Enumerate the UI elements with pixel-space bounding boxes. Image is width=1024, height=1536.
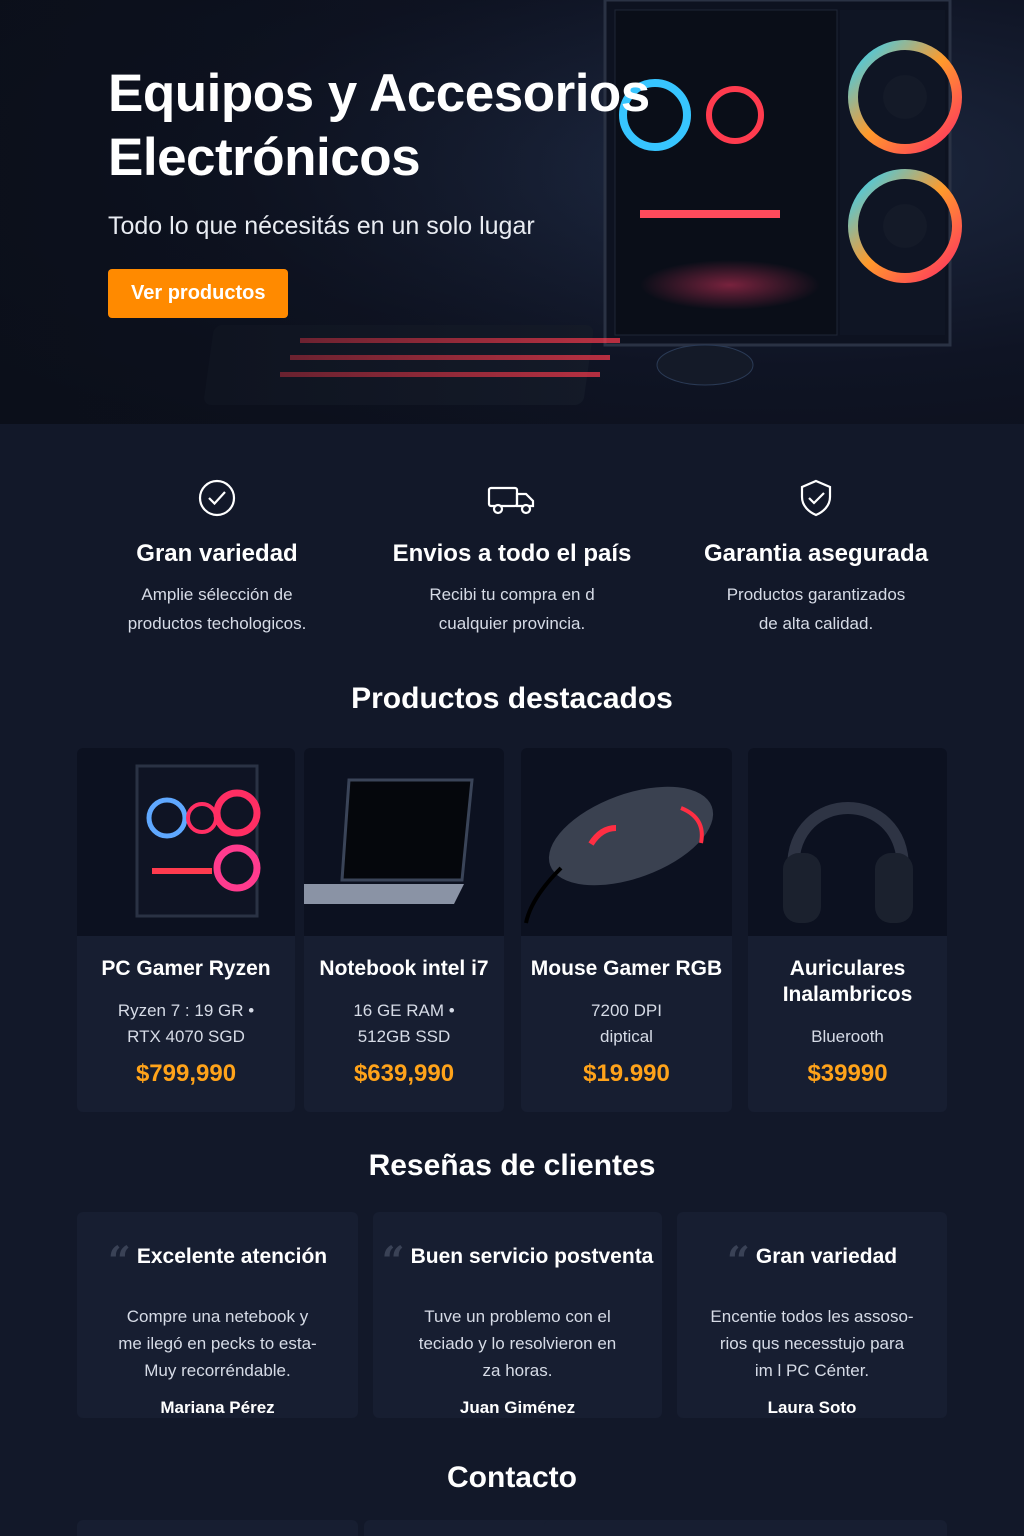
reviews-grid: “Excelente atención Compre una netebook … bbox=[77, 1212, 947, 1418]
product-name: Auriculares Inalambricos bbox=[782, 957, 913, 1006]
contact-card bbox=[544, 1520, 947, 1536]
reviews-section-title: Reseñas de clientes bbox=[368, 1149, 656, 1182]
feature-text: Productos garantizados de alta calidad. bbox=[726, 585, 906, 633]
product-image bbox=[521, 748, 732, 936]
product-spec: 16 GE RAM • 512GB SSD bbox=[353, 1001, 455, 1046]
product-name: Mouse Gamer RGB bbox=[530, 957, 723, 980]
contact-cards bbox=[77, 1520, 947, 1536]
feature-shipping: Envios a todo el país Recibi tu compra e… bbox=[352, 470, 672, 638]
product-price: $19.990 bbox=[583, 1060, 670, 1087]
product-image bbox=[304, 748, 504, 936]
features-section: Gran variedad Amplie sélección de product… bbox=[0, 470, 1024, 660]
hero-title: Equipos y Accesorios Electrónicos bbox=[108, 64, 650, 187]
review-author: Laura Soto bbox=[767, 1398, 857, 1417]
review-card: “Gran variedad Encentie todos les assoso… bbox=[677, 1212, 947, 1418]
review-author: Mariana Pérez bbox=[160, 1398, 275, 1417]
laptop-icon bbox=[304, 778, 474, 904]
shield-check-icon bbox=[800, 479, 832, 517]
product-card[interactable]: Mouse Gamer RGB 7200 DPI diptical $19.990 bbox=[521, 748, 732, 1112]
contact-section-title: Contacto bbox=[447, 1461, 577, 1494]
review-card: “Buen servicio postventa Tuve un problem… bbox=[373, 1212, 662, 1418]
product-card[interactable]: Notebook intel i7 16 GE RAM • 512GB SSD $… bbox=[304, 748, 504, 1112]
review-text: Encentie todos les assoso-rios qus neces… bbox=[710, 1307, 914, 1380]
contact-card bbox=[77, 1520, 358, 1536]
quote-icon: “ bbox=[381, 1238, 405, 1285]
view-products-button[interactable]: Ver productos bbox=[108, 269, 289, 318]
review-card: “Excelente atención Compre una netebook … bbox=[77, 1212, 358, 1418]
hero-subtitle: Todo lo que nécesitás en un solo lugar bbox=[108, 212, 535, 240]
review-author: Juan Giménez bbox=[459, 1398, 576, 1417]
product-price: $39990 bbox=[807, 1060, 888, 1087]
product-image bbox=[77, 748, 295, 936]
product-name: Notebook intel i7 bbox=[319, 957, 489, 980]
review-title: “Excelente atención bbox=[107, 1238, 328, 1285]
hero-banner: Equipos y Accesorios Electrónicos Todo l… bbox=[0, 0, 1024, 424]
review-title: “Gran variedad bbox=[726, 1238, 898, 1285]
products-section-title: Productos destacados bbox=[351, 682, 673, 715]
review-text: Compre una netebook y me ilegó en pecks t… bbox=[118, 1307, 317, 1380]
quote-icon: “ bbox=[726, 1238, 750, 1285]
review-title: “Buen servicio postventa bbox=[381, 1238, 654, 1285]
quote-icon: “ bbox=[107, 1238, 131, 1285]
feature-title: Gran variedad bbox=[136, 540, 298, 567]
product-card[interactable]: Auriculares Inalambricos Bluerooth $39990 bbox=[748, 748, 947, 1112]
product-spec: Bluerooth bbox=[811, 1027, 884, 1046]
truck-icon bbox=[487, 486, 535, 515]
pc-case-icon bbox=[135, 764, 261, 918]
review-text: Tuve un problemo con el teciado y lo reso… bbox=[418, 1307, 617, 1380]
product-price: $639,990 bbox=[353, 1060, 455, 1087]
product-spec: Ryzen 7 : 19 GR • RTX 4070 SGD bbox=[117, 1001, 255, 1046]
product-price: $799,990 bbox=[135, 1060, 237, 1087]
feature-text: Recibi tu compra en d cualquier provincia… bbox=[429, 585, 595, 633]
product-name: PC Gamer Ryzen bbox=[101, 957, 271, 980]
product-spec: 7200 DPI diptical bbox=[591, 1001, 662, 1046]
headphones-icon bbox=[783, 802, 913, 923]
feature-warranty: Garantia asegurada Productos garantizado… bbox=[656, 470, 976, 638]
check-circle-icon bbox=[198, 479, 236, 517]
feature-variety: Gran variedad Amplie sélección de product… bbox=[57, 470, 377, 638]
feature-text: Amplie sélección de productos techologico… bbox=[127, 585, 307, 633]
mouse-icon bbox=[524, 786, 714, 924]
products-grid: PC Gamer Ryzen Ryzen 7 : 19 GR • RTX 4070… bbox=[77, 748, 947, 1112]
feature-title: Garantia asegurada bbox=[703, 540, 929, 567]
product-image bbox=[748, 748, 947, 936]
product-card[interactable]: PC Gamer Ryzen Ryzen 7 : 19 GR • RTX 4070… bbox=[77, 748, 295, 1112]
feature-title: Envios a todo el país bbox=[392, 540, 632, 567]
